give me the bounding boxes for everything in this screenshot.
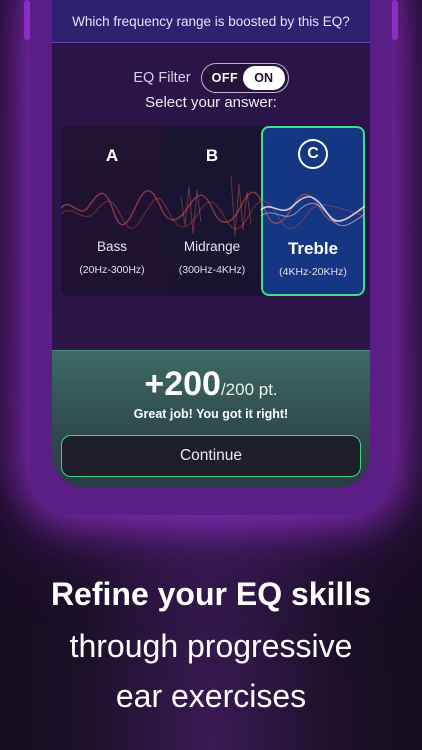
phone-side-button [392,0,398,40]
eq-filter-toggle[interactable]: OFF ON [200,63,289,93]
toggle-on-label[interactable]: ON [242,66,285,90]
answer-options: A Bass (20Hz-300Hz) B Midrange (300Hz-4K… [61,126,365,296]
score-points: +200 [144,365,221,403]
toggle-off-label[interactable]: OFF [212,71,239,85]
question-text: Which frequency range is boosted by this… [52,0,370,43]
eq-filter-label: EQ Filter [133,70,191,86]
result-message: Great job! You got it right! [133,407,289,421]
headline-line-1: Refine your EQ skills [50,576,372,612]
score-total: /200 pt. [220,380,278,399]
headline-line-2: through progressive [69,628,353,664]
eq-filter-row: EQ Filter OFF ON [52,61,370,95]
headline-line-3: ear exercises [115,678,307,714]
eq-waveform-graphic [61,175,365,237]
continue-button[interactable]: Continue [61,435,361,477]
result-panel: +200/200 pt. Great job! You got it right… [52,350,370,488]
app-screen: Which frequency range is boosted by this… [52,0,370,488]
score-display: +200/200 pt. [52,365,370,404]
select-answer-title: Select your answer: [145,94,277,111]
